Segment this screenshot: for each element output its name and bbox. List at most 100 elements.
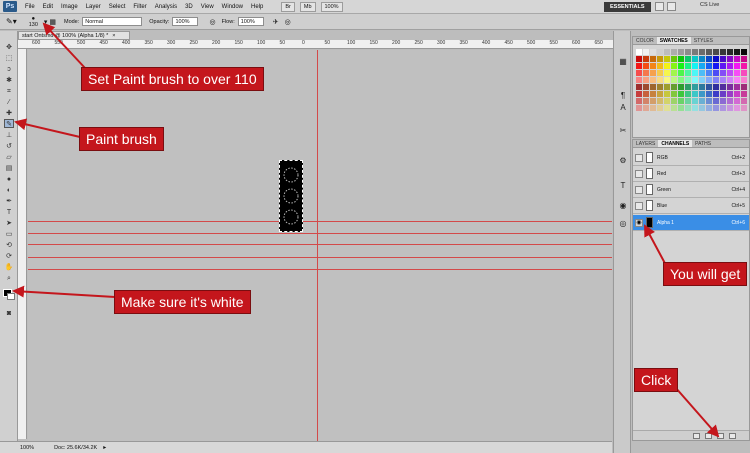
swatch[interactable] — [650, 63, 656, 69]
swatch[interactable] — [643, 105, 649, 111]
swatch[interactable] — [650, 105, 656, 111]
swatch[interactable] — [713, 98, 719, 104]
eraser-tool-icon[interactable]: ▱ — [4, 153, 14, 162]
menu-help[interactable]: Help — [251, 4, 263, 10]
swatch[interactable] — [720, 56, 726, 62]
swatch[interactable] — [699, 84, 705, 90]
channel-row-selected[interactable]: ◉ Alpha 1 Ctrl+6 — [633, 215, 749, 231]
channel-row[interactable]: Red Ctrl+3 — [633, 166, 749, 182]
swatch[interactable] — [685, 70, 691, 76]
maximize-icon[interactable] — [667, 2, 676, 11]
pressure-size-icon[interactable]: ◎ — [285, 18, 291, 26]
swatch[interactable] — [699, 77, 705, 83]
swatch[interactable] — [636, 98, 642, 104]
swatch[interactable] — [657, 105, 663, 111]
swatch[interactable] — [643, 84, 649, 90]
swatch[interactable] — [657, 63, 663, 69]
swatch[interactable] — [643, 91, 649, 97]
swatch[interactable] — [727, 105, 733, 111]
swatch[interactable] — [734, 91, 740, 97]
brush-panel-toggle-icon[interactable]: ▾ ▦ — [44, 18, 56, 26]
swatch[interactable] — [706, 77, 712, 83]
swatch[interactable] — [685, 56, 691, 62]
channel-row[interactable]: Blue Ctrl+5 — [633, 198, 749, 214]
swatch[interactable] — [685, 63, 691, 69]
swatch[interactable] — [664, 105, 670, 111]
swatch[interactable] — [706, 49, 712, 55]
swatch[interactable] — [664, 98, 670, 104]
swatch[interactable] — [678, 98, 684, 104]
tab-channels[interactable]: CHANNELS — [658, 140, 693, 147]
dodge-tool-icon[interactable]: ◐ — [4, 186, 14, 195]
eyedropper-tool-icon[interactable]: ⁄ — [4, 98, 14, 107]
swatch[interactable] — [706, 56, 712, 62]
menu-filter[interactable]: Filter — [133, 4, 146, 10]
stamp-tool-icon[interactable]: ⊥ — [4, 131, 14, 140]
new-channel-icon[interactable] — [717, 433, 724, 439]
eye-icon[interactable]: ◉ — [635, 219, 643, 227]
swatch[interactable] — [727, 91, 733, 97]
tab-layers[interactable]: LAYERS — [633, 140, 658, 147]
swatch[interactable] — [678, 49, 684, 55]
swatch[interactable] — [692, 84, 698, 90]
swatch[interactable] — [741, 63, 747, 69]
shape-tool-icon[interactable]: ▭ — [4, 230, 14, 239]
crop-tool-icon[interactable]: ⌗ — [4, 87, 14, 96]
swatch[interactable] — [643, 49, 649, 55]
swatch[interactable] — [671, 98, 677, 104]
brush-size-picker[interactable]: ● 130 — [29, 16, 38, 28]
swatch[interactable] — [734, 84, 740, 90]
swatch[interactable] — [699, 70, 705, 76]
swatch[interactable] — [699, 91, 705, 97]
swatch[interactable] — [706, 84, 712, 90]
swatch[interactable] — [643, 70, 649, 76]
swatch[interactable] — [713, 77, 719, 83]
type-tool-icon[interactable]: T — [4, 208, 14, 217]
swatch[interactable] — [720, 70, 726, 76]
swatch[interactable] — [734, 77, 740, 83]
type-panel-icon[interactable]: T — [618, 181, 628, 191]
swatch[interactable] — [664, 56, 670, 62]
move-tool-icon[interactable]: ✥ — [4, 43, 14, 52]
swatch[interactable] — [657, 84, 663, 90]
visibility-toggle[interactable] — [635, 154, 643, 162]
swatch[interactable] — [678, 63, 684, 69]
swatch[interactable] — [734, 63, 740, 69]
tab-color[interactable]: COLOR — [633, 37, 657, 44]
menu-select[interactable]: Select — [109, 4, 126, 10]
zoom-level[interactable]: 100% — [20, 445, 34, 451]
swatch[interactable] — [692, 56, 698, 62]
menu-edit[interactable]: Edit — [43, 4, 53, 10]
swatch[interactable] — [685, 49, 691, 55]
flow-field[interactable]: 100% — [237, 17, 264, 26]
swatch[interactable] — [664, 91, 670, 97]
character-panel-icon[interactable]: A — [618, 103, 628, 113]
swatch[interactable] — [657, 56, 663, 62]
swatch[interactable] — [699, 49, 705, 55]
swatch[interactable] — [650, 98, 656, 104]
document-image[interactable] — [279, 160, 303, 232]
swatch[interactable] — [720, 105, 726, 111]
swatch[interactable] — [720, 49, 726, 55]
swatch[interactable] — [727, 70, 733, 76]
brush-presets-icon[interactable]: ⚙ — [618, 156, 628, 166]
swatch[interactable] — [678, 77, 684, 83]
swatch[interactable] — [678, 56, 684, 62]
visibility-toggle[interactable] — [635, 170, 643, 178]
swatch[interactable] — [692, 70, 698, 76]
swatch[interactable] — [671, 77, 677, 83]
menu-view[interactable]: View — [201, 4, 214, 10]
document-tab[interactable]: start Ontsmd @ 100% (Alpha 1/8) * × — [18, 31, 130, 40]
swatch[interactable] — [720, 84, 726, 90]
swatch[interactable] — [734, 98, 740, 104]
swatch[interactable] — [741, 98, 747, 104]
swatch[interactable] — [713, 91, 719, 97]
quick-select-tool-icon[interactable]: ✱ — [4, 76, 14, 85]
swatch-grid[interactable] — [636, 49, 748, 115]
swatch[interactable] — [636, 49, 642, 55]
visibility-toggle[interactable] — [635, 186, 643, 194]
swatch[interactable] — [706, 70, 712, 76]
swatch[interactable] — [643, 98, 649, 104]
airbrush-icon[interactable]: ✈ — [273, 18, 279, 26]
swatch[interactable] — [650, 49, 656, 55]
